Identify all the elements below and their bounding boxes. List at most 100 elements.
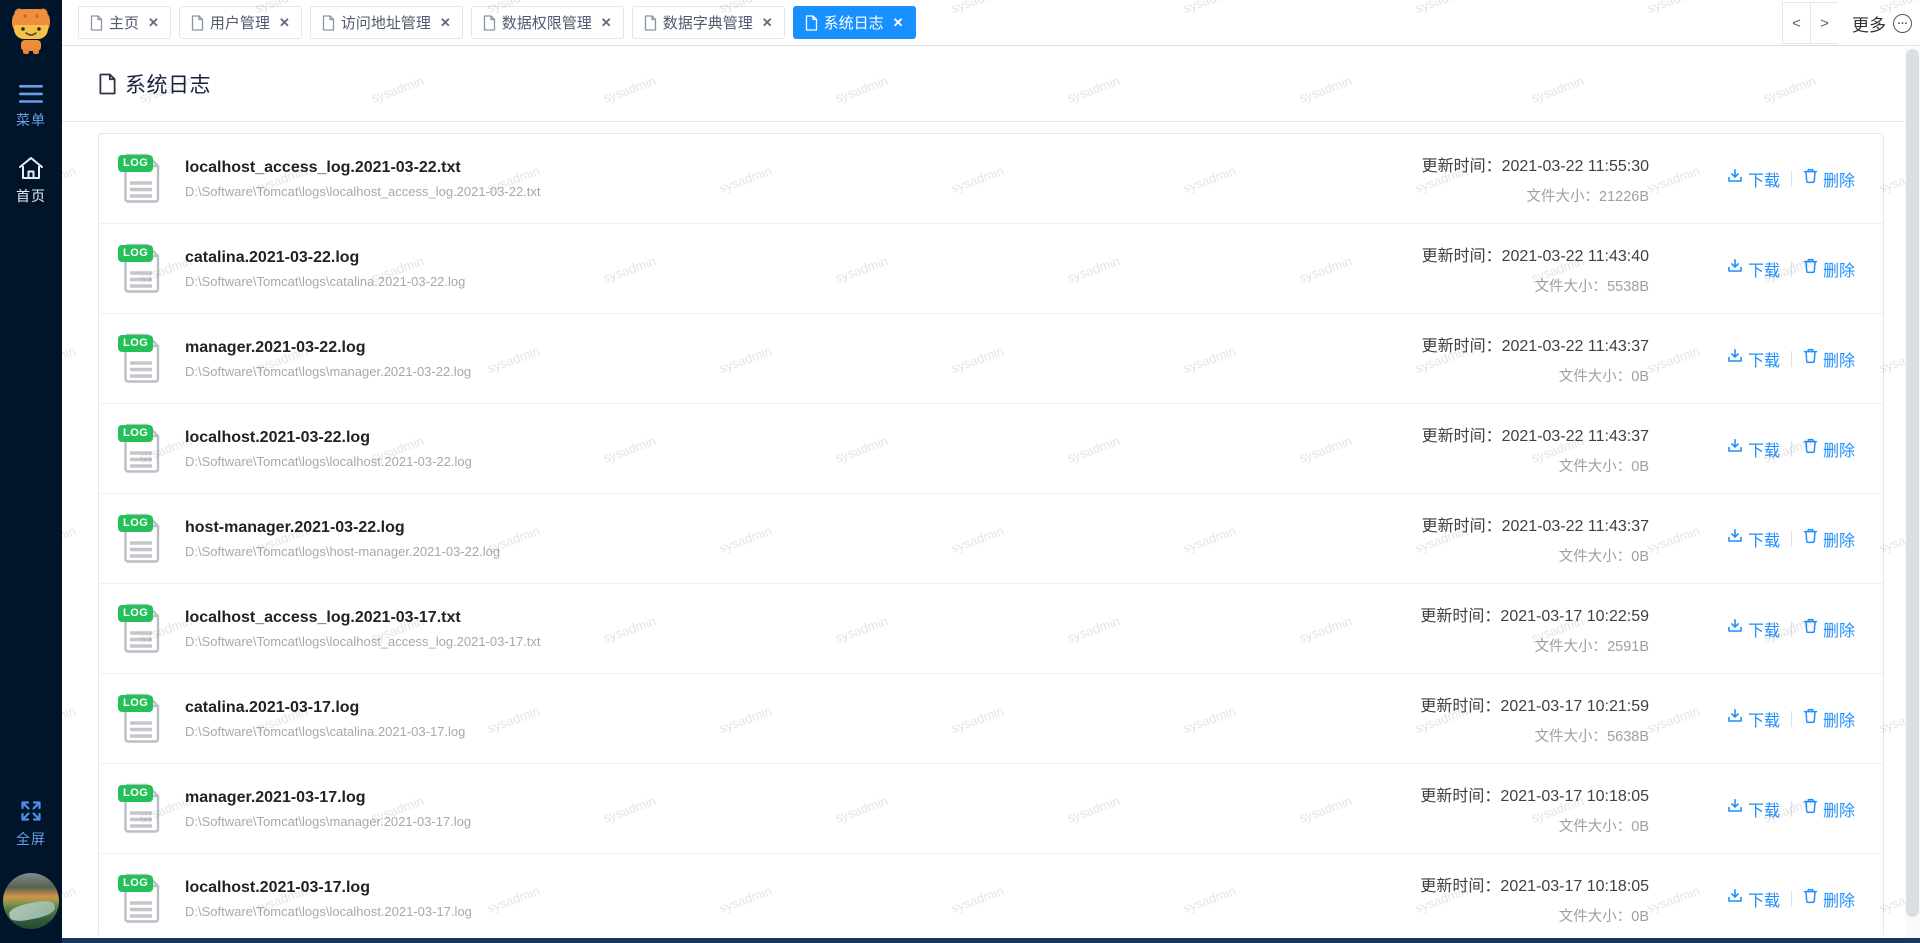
log-badge: LOG [118, 604, 154, 622]
update-time-label: 更新时间： [1421, 427, 1502, 445]
delete-label: 删除 [1822, 442, 1855, 460]
download-button[interactable]: 下载 [1727, 437, 1780, 461]
close-icon[interactable]: ✕ [893, 15, 904, 31]
main-area: 主页 ✕ 用户管理 ✕ 访问地址管理 ✕ 数据权限管理 ✕ 数据字典管理 ✕ 系统日志 ✕ < > 更… [62, 0, 1920, 943]
download-button[interactable]: 下载 [1727, 617, 1780, 641]
download-button[interactable]: 下载 [1727, 257, 1780, 281]
file-path: D:\Software\Tomcat\logs\manager.2021-03-… [185, 363, 472, 379]
scrollbar[interactable] [1905, 47, 1920, 938]
update-time-label: 更新时间： [1420, 787, 1501, 805]
scrollbar-thumb[interactable] [1906, 49, 1919, 917]
update-time-label: 更新时间： [1420, 607, 1501, 625]
log-file-icon: LOG [118, 693, 165, 745]
download-icon [1727, 708, 1748, 729]
delete-button[interactable]: 删除 [1803, 437, 1855, 461]
tab-label: 用户管理 [209, 15, 270, 32]
update-time-value: 2021-03-22 11:43:40 [1501, 247, 1649, 265]
log-file-icon: LOG [118, 243, 165, 295]
action-divider [1790, 170, 1792, 187]
log-badge: LOG [118, 154, 154, 172]
file-path: D:\Software\Tomcat\logs\localhost_access… [185, 183, 541, 199]
close-icon[interactable]: ✕ [762, 15, 773, 31]
delete-button[interactable]: 删除 [1803, 707, 1855, 731]
file-size-label: 文件大小： [1558, 368, 1632, 385]
page-header: 系统日志 [62, 46, 1920, 122]
tab-5-active[interactable]: 系统日志 ✕ [792, 6, 916, 39]
delete-button[interactable]: 删除 [1803, 347, 1855, 371]
sidebar-item-label: 菜单 [16, 112, 46, 128]
tab-3[interactable]: 数据权限管理 ✕ [470, 6, 624, 39]
tab-1[interactable]: 用户管理 ✕ [178, 6, 302, 39]
download-button[interactable]: 下载 [1727, 887, 1780, 911]
document-icon [99, 73, 116, 94]
user-avatar[interactable] [3, 873, 59, 929]
delete-label: 删除 [1822, 802, 1855, 820]
file-size-label: 文件大小： [1534, 728, 1608, 745]
tab-4[interactable]: 数据字典管理 ✕ [631, 6, 785, 39]
sidebar: 菜单 首页 全屏 [0, 0, 62, 943]
document-icon [322, 14, 335, 31]
delete-button[interactable]: 删除 [1803, 617, 1855, 641]
download-button[interactable]: 下载 [1727, 707, 1780, 731]
update-time-value: 2021-03-17 10:18:05 [1500, 787, 1649, 805]
delete-button[interactable]: 删除 [1803, 797, 1855, 821]
update-time-value: 2021-03-22 11:55:30 [1501, 157, 1649, 175]
file-path: D:\Software\Tomcat\logs\localhost_access… [185, 633, 541, 649]
download-label: 下载 [1747, 532, 1780, 550]
download-label: 下载 [1747, 712, 1780, 730]
delete-button[interactable]: 删除 [1803, 887, 1855, 911]
tab-label: 系统日志 [823, 15, 884, 32]
tabs-next-button[interactable]: > [1810, 2, 1838, 44]
log-file-icon: LOG [118, 153, 165, 205]
download-button[interactable]: 下载 [1727, 347, 1780, 371]
log-badge: LOG [118, 334, 154, 352]
file-size-label: 文件大小： [1558, 548, 1632, 565]
file-name: localhost.2021-03-17.log [185, 878, 370, 896]
tabs-more-button[interactable]: 更多 … [1852, 11, 1912, 36]
update-time-value: 2021-03-22 11:43:37 [1501, 337, 1649, 355]
delete-label: 删除 [1822, 352, 1855, 370]
close-icon[interactable]: ✕ [148, 15, 159, 31]
trash-icon [1803, 168, 1823, 189]
document-icon [191, 14, 204, 31]
delete-label: 删除 [1822, 622, 1855, 640]
file-size-value: 0B [1631, 368, 1649, 385]
document-icon [805, 14, 818, 31]
download-label: 下载 [1747, 622, 1780, 640]
tab-label: 访问地址管理 [340, 15, 431, 32]
home-icon [19, 157, 43, 179]
sidebar-item-home[interactable]: 首页 [16, 156, 46, 206]
download-label: 下载 [1747, 262, 1780, 280]
download-icon [1727, 618, 1748, 639]
document-icon [90, 14, 103, 31]
log-badge: LOG [118, 874, 154, 892]
fullscreen-icon [21, 801, 41, 821]
delete-button[interactable]: 删除 [1803, 257, 1855, 281]
close-icon[interactable]: ✕ [601, 15, 612, 31]
file-size-label: 文件大小： [1558, 818, 1632, 835]
file-name: catalina.2021-03-22.log [185, 248, 360, 266]
sidebar-item-label: 全屏 [16, 831, 46, 847]
delete-button[interactable]: 删除 [1803, 167, 1855, 191]
mascot-icon [12, 8, 50, 54]
download-button[interactable]: 下载 [1727, 797, 1780, 821]
trash-icon [1803, 888, 1823, 909]
app-logo-mascot [6, 2, 56, 56]
sidebar-item-fullscreen[interactable]: 全屏 [16, 799, 46, 849]
delete-button[interactable]: 删除 [1803, 527, 1855, 551]
download-button[interactable]: 下载 [1727, 167, 1780, 191]
tab-2[interactable]: 访问地址管理 ✕ [309, 6, 463, 39]
tab-bar: 主页 ✕ 用户管理 ✕ 访问地址管理 ✕ 数据权限管理 ✕ 数据字典管理 ✕ 系统日志 ✕ < > 更… [62, 0, 1920, 46]
tabs-prev-button[interactable]: < [1782, 2, 1810, 44]
sidebar-item-menu[interactable]: 菜单 [16, 84, 46, 130]
download-button[interactable]: 下载 [1727, 527, 1780, 551]
update-time-value: 2021-03-17 10:22:59 [1500, 607, 1649, 625]
tab-0[interactable]: 主页 ✕ [78, 6, 171, 39]
log-list-card: LOG localhost_access_log.2021-03-22.txt D:… [98, 133, 1884, 935]
close-icon[interactable]: ✕ [440, 15, 451, 31]
file-size-label: 文件大小： [1526, 188, 1600, 205]
close-icon[interactable]: ✕ [279, 15, 290, 31]
tab-label: 数据字典管理 [662, 15, 753, 32]
file-size-label: 文件大小： [1534, 638, 1608, 655]
file-size-value: 0B [1631, 548, 1649, 565]
